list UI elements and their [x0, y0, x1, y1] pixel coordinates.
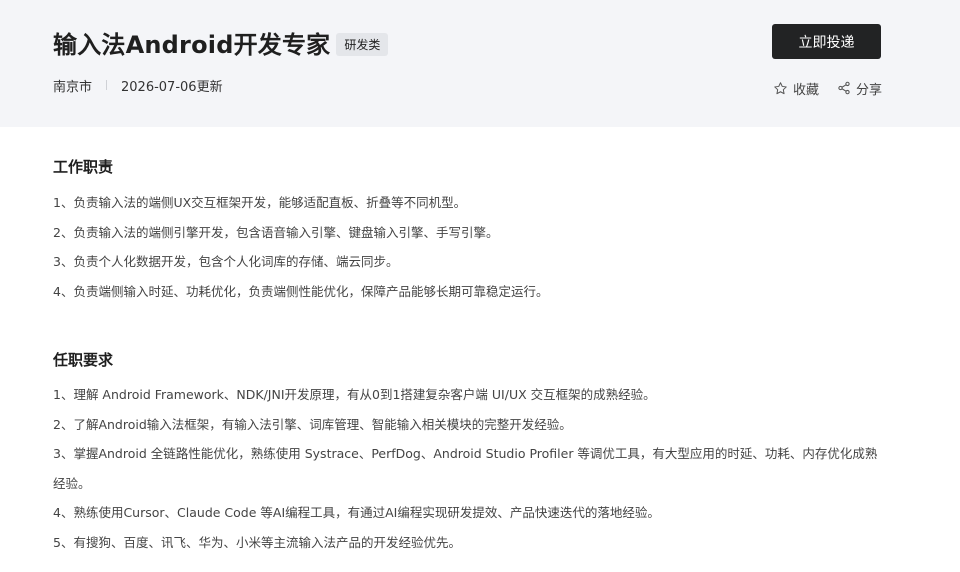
requirements-title: 任职要求: [53, 351, 114, 369]
requirements-list: 1、理解 Android Framework、NDK/JNI开发原理，有从0到1…: [53, 380, 883, 557]
apply-button[interactable]: 立即投递: [772, 24, 881, 59]
share-label: 分享: [855, 82, 882, 98]
duty-item: 3、负责个人化数据开发，包含个人化词库的存储、端云同步。: [53, 254, 399, 269]
job-updated: 2026-07-06更新: [121, 79, 223, 95]
title-row: 输入法Android开发专家 研发类: [53, 24, 389, 60]
duty-item: 4、负责端侧输入时延、功耗优化，负责端侧性能优化，保障产品能够长期可靠稳定运行。: [53, 283, 549, 299]
favorite-button[interactable]: 收藏: [773, 79, 819, 98]
duties-title: 工作职责: [53, 158, 114, 176]
star-icon: [774, 81, 787, 94]
requirement-item: 1、理解 Android Framework、NDK/JNI开发原理，有从0到1…: [53, 387, 656, 402]
job-header: 输入法Android开发专家 研发类 南京市 2026-07-06更新 立即投递…: [0, 0, 960, 127]
duty-item: 2、负责输入法的端侧引擎开发，包含语音输入引擎、键盘输入引擎、手写引擎。: [53, 224, 499, 240]
meta-divider: [106, 80, 108, 90]
job-actions: 收藏 分享: [773, 79, 882, 98]
favorite-label: 收藏: [792, 82, 819, 98]
requirement-item: 3、掌握Android 全链路性能优化，熟练使用 Systrace、PerfDo…: [53, 446, 878, 491]
job-meta: 南京市 2026-07-06更新: [53, 76, 223, 95]
requirement-item: 5、有搜狗、百度、讯飞、华为、小米等主流输入法产品的开发经验优先。: [53, 534, 461, 550]
duties-list: 1、负责输入法的端侧UX交互框架开发，能够适配直板、折叠等不同机型。 2、负责输…: [53, 188, 548, 306]
job-location: 南京市: [53, 79, 93, 95]
job-title: 输入法Android开发专家: [53, 30, 331, 59]
requirement-item: 4、熟练使用Cursor、Claude Code 等AI编程工具，有通过AI编程…: [53, 505, 660, 520]
share-icon: [838, 81, 850, 95]
category-badge: 研发类: [336, 32, 389, 56]
requirement-item: 2、了解Android输入法框架，有输入法引擎、词库管理、智能输入相关模块的完整…: [53, 416, 572, 432]
duty-item: 1、负责输入法的端侧UX交互框架开发，能够适配直板、折叠等不同机型。: [53, 195, 467, 210]
share-button[interactable]: 分享: [837, 79, 882, 98]
